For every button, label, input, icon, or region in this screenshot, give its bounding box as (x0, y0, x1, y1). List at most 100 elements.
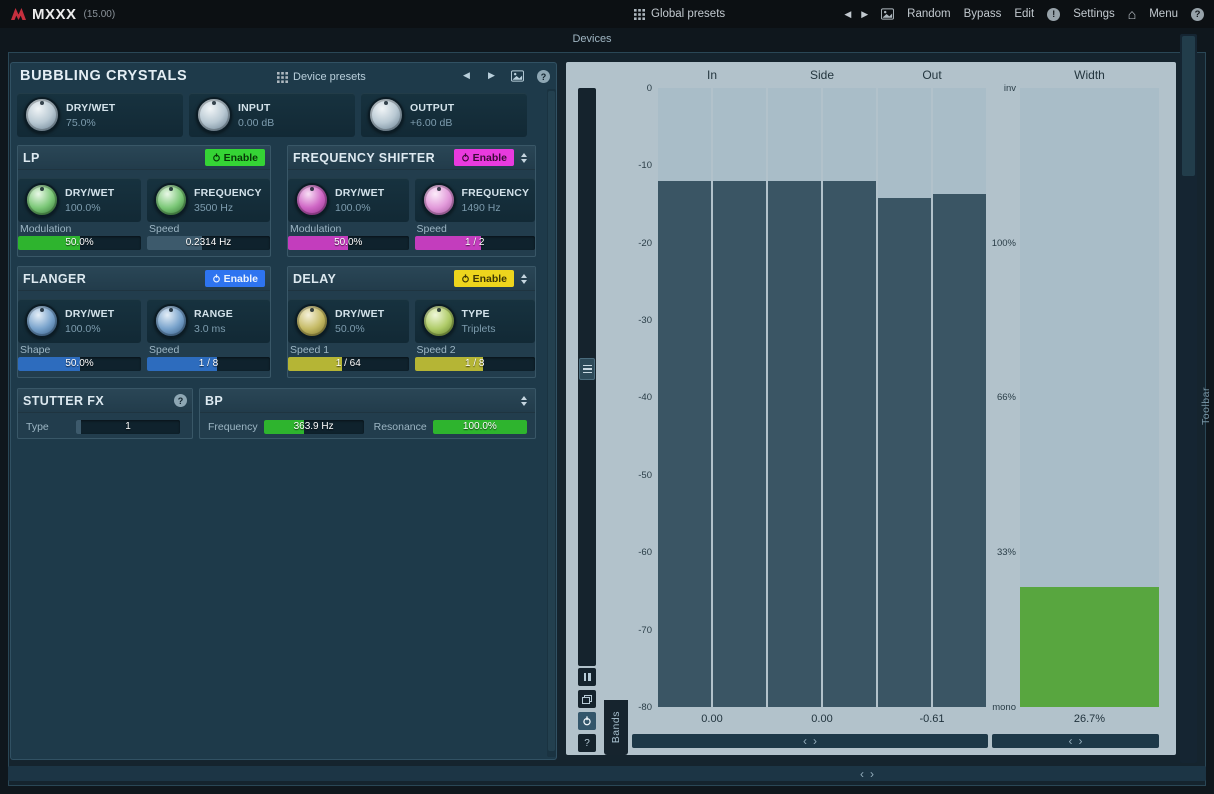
analyzer-help-button[interactable]: ? (578, 734, 596, 752)
device-presets-label: Device presets (293, 71, 366, 83)
enable-button[interactable]: Enable (454, 270, 514, 287)
delay-dry-wet-knob[interactable] (295, 304, 329, 338)
horizontal-scrollbar[interactable]: ‹ › (8, 766, 1206, 781)
home-icon[interactable]: ⌂ (1128, 7, 1136, 21)
scroll-right-icon[interactable]: › (1079, 734, 1083, 748)
master-dry-wet-control[interactable]: DRY/WET 75.0% (17, 93, 183, 137)
fs-modulation-slider[interactable]: 50.0% (288, 236, 409, 250)
popup-window-button[interactable] (578, 690, 596, 708)
preset-image-icon[interactable] (881, 8, 894, 20)
scroll-left-icon[interactable]: ‹ (803, 734, 807, 748)
flanger-speed-slider[interactable]: 1 / 8 (147, 357, 270, 371)
section-spinner[interactable] (518, 149, 530, 166)
edit-button[interactable]: Edit (1014, 8, 1034, 20)
help-icon[interactable]: ? (1191, 8, 1204, 21)
flanger-dry-wet-knob[interactable] (25, 304, 59, 338)
device-title: BUBBLING CRYSTALS (20, 68, 187, 84)
lp-modulation-slider[interactable]: 50.0% (18, 236, 141, 250)
tab-toolbar[interactable]: Toolbar (1198, 378, 1213, 434)
bp-frequency-slider[interactable]: 363.9 Hz (264, 420, 364, 434)
delay-type-knob[interactable] (422, 304, 456, 338)
section-lp-header[interactable]: LP Enable (18, 146, 270, 170)
lp-speed-slider[interactable]: 0.2314 Hz (147, 236, 270, 250)
scrollbar-thumb[interactable] (1182, 36, 1195, 176)
master-dry-wet-knob[interactable] (24, 97, 60, 133)
fs-frequency-control[interactable]: FREQUENCY 1490 Hz (415, 178, 536, 222)
device-presets-button[interactable]: Device presets (277, 71, 366, 83)
meter-fill (713, 181, 766, 707)
scroll-left-icon[interactable]: ‹ (860, 767, 864, 781)
fs-dry-wet-control[interactable]: DRY/WET 100.0% (288, 178, 409, 222)
db-scale-label: -10 (618, 160, 652, 171)
enable-button[interactable]: Enable (205, 270, 265, 287)
section-flanger-header[interactable]: FLANGER Enable (18, 267, 270, 291)
flanger-range-knob[interactable] (154, 304, 188, 338)
bp-resonance-slider[interactable]: 100.0% (433, 420, 527, 434)
settings-button[interactable]: Settings (1073, 8, 1115, 20)
delay-type-control[interactable]: TYPE Triplets (415, 299, 536, 343)
section-help-icon[interactable]: ? (174, 394, 187, 407)
random-button[interactable]: Random (907, 8, 950, 20)
delay-dry-wet-control[interactable]: DRY/WET 50.0% (288, 299, 409, 343)
scrollbar-thumb[interactable] (548, 91, 555, 751)
device-panel: BUBBLING CRYSTALS Device presets ◀ ▶ ? D… (10, 62, 557, 760)
knob-label: TYPE (462, 308, 496, 320)
pause-button[interactable] (578, 668, 596, 686)
meters-scrollbar[interactable]: ‹ › (632, 734, 988, 748)
section-bp-header[interactable]: BP (200, 389, 535, 413)
enable-button[interactable]: Enable (454, 149, 514, 166)
meter-fill (878, 198, 931, 707)
lp-dry-wet-control[interactable]: DRY/WET 100.0% (18, 178, 141, 222)
fs-dry-wet-knob[interactable] (295, 183, 329, 217)
window-icon (582, 695, 592, 704)
meter-zoom-slider[interactable] (578, 88, 596, 666)
width-scale-label: inv (972, 83, 1016, 94)
section-title: FREQUENCY SHIFTER (293, 151, 454, 165)
bypass-button[interactable]: Bypass (964, 8, 1002, 20)
section-stutter-fx-header[interactable]: STUTTER FX ? (18, 389, 192, 413)
menu-button[interactable]: Menu (1149, 8, 1178, 20)
device-help-icon[interactable]: ? (537, 70, 550, 83)
stutter-type-slider[interactable]: 1 (76, 420, 180, 434)
info-icon[interactable]: ! (1047, 8, 1060, 21)
master-input-knob[interactable] (196, 97, 232, 133)
vertical-scrollbar[interactable] (1180, 34, 1197, 763)
lp-frequency-control[interactable]: FREQUENCY 3500 Hz (147, 178, 270, 222)
flanger-dry-wet-control[interactable]: DRY/WET 100.0% (18, 299, 141, 343)
enable-button[interactable]: Enable (205, 149, 265, 166)
delay-speed-1-slider[interactable]: 1 / 64 (288, 357, 409, 371)
section-bp: BP Frequency 363.9 Hz Resonance 100.0% (199, 388, 536, 439)
section-spinner[interactable] (518, 392, 530, 409)
slider-value: 50.0% (18, 357, 141, 371)
flanger-range-control[interactable]: RANGE 3.0 ms (147, 299, 270, 343)
device-image-icon[interactable] (511, 70, 524, 82)
next-preset-button[interactable]: ▶ (861, 9, 868, 20)
section-spinner[interactable] (518, 270, 530, 287)
global-presets-button[interactable]: Global presets (634, 0, 725, 28)
fs-speed-slider[interactable]: 1 / 2 (415, 236, 536, 250)
meter-side-left (768, 88, 821, 707)
section-frequency-shifter-header[interactable]: FREQUENCY SHIFTER Enable (288, 146, 535, 170)
master-output-knob[interactable] (368, 97, 404, 133)
device-panel-scrollbar[interactable] (547, 89, 556, 757)
next-device-preset-button[interactable]: ▶ (488, 70, 495, 81)
previous-preset-button[interactable]: ◀ (844, 9, 851, 20)
width-meter-scrollbar[interactable]: ‹ › (992, 734, 1159, 748)
section-title: LP (23, 151, 205, 165)
tab-devices[interactable]: Devices (0, 33, 1184, 45)
fs-frequency-knob[interactable] (422, 183, 456, 217)
master-output-control[interactable]: OUTPUT +6.00 dB (361, 93, 527, 137)
meter-zoom-handle[interactable] (579, 358, 595, 380)
scroll-right-icon[interactable]: › (870, 767, 874, 781)
lp-dry-wet-knob[interactable] (25, 183, 59, 217)
lp-frequency-knob[interactable] (154, 183, 188, 217)
delay-speed-2-slider[interactable]: 1 / 8 (415, 357, 536, 371)
section-delay-header[interactable]: DELAY Enable (288, 267, 535, 291)
scroll-right-icon[interactable]: › (813, 734, 817, 748)
previous-device-preset-button[interactable]: ◀ (463, 70, 470, 81)
flanger-shape-slider[interactable]: 50.0% (18, 357, 141, 371)
master-input-control[interactable]: INPUT 0.00 dB (189, 93, 355, 137)
analyzer-power-button[interactable] (578, 712, 596, 730)
scroll-left-icon[interactable]: ‹ (1069, 734, 1073, 748)
presets-grid-icon (634, 9, 645, 20)
